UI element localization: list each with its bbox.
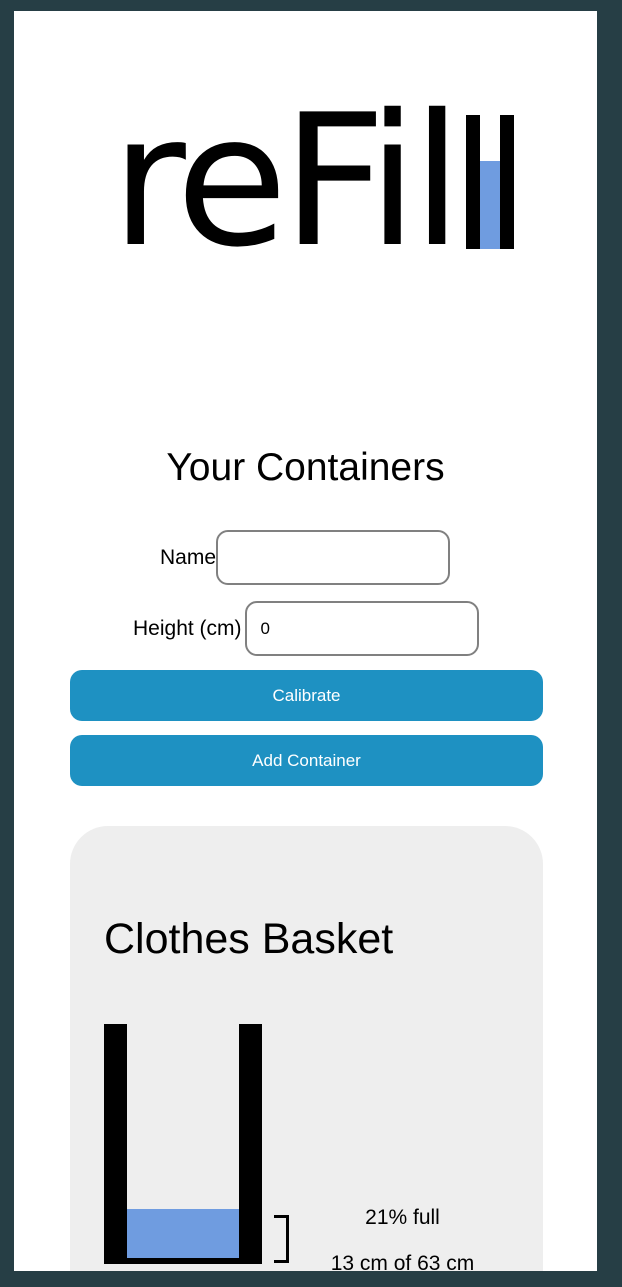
logo-text: reFil <box>111 75 462 287</box>
vessel-right-wall <box>239 1024 262 1264</box>
logo-glass-right-wall <box>500 115 514 249</box>
vessel-left-wall <box>104 1024 127 1264</box>
vessel-fill-level <box>127 1208 239 1258</box>
logo-glass-fill <box>480 160 500 249</box>
fill-percent: 21% full <box>365 1206 440 1229</box>
container-name: Clothes Basket <box>104 915 394 963</box>
logo-glass-left-wall <box>466 115 480 249</box>
container-card: Clothes Basket 21% full 13 cm of 63 cm <box>70 826 543 1271</box>
name-row: Name <box>160 530 451 585</box>
name-label: Name <box>160 545 217 569</box>
height-input[interactable] <box>244 601 479 656</box>
container-level-icon <box>104 1024 262 1264</box>
height-label: Height (cm) <box>133 616 242 640</box>
section-title: Your Containers <box>166 446 445 489</box>
fill-bracket <box>274 1215 289 1263</box>
logo-glass-icon <box>466 115 514 249</box>
refill-logo: reFil <box>111 75 521 287</box>
name-input[interactable] <box>216 530 451 585</box>
calibrate-button[interactable]: Calibrate <box>70 670 543 721</box>
fill-measure: 13 cm of 63 cm <box>330 1252 475 1271</box>
app-page: reFil Your Containers Name Height (cm) C… <box>14 11 597 1271</box>
add-container-button[interactable]: Add Container <box>70 735 543 786</box>
height-row: Height (cm) <box>133 601 479 656</box>
vessel-bottom <box>104 1258 262 1264</box>
